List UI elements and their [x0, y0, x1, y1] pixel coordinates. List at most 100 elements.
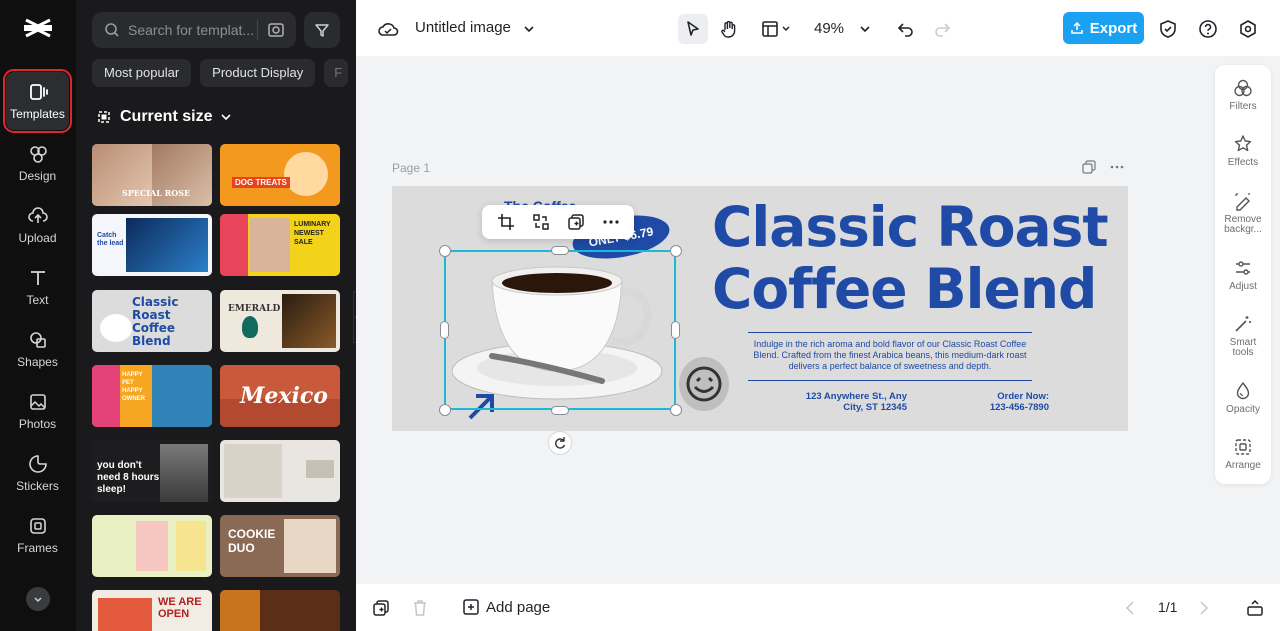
sidebar-item-label: Upload [18, 231, 57, 245]
sidebar-item-design[interactable]: Design [6, 134, 69, 192]
resize-handle-top-left[interactable] [439, 245, 451, 257]
export-button[interactable]: Export [1063, 12, 1144, 44]
description-text[interactable]: Indulge in the rich aroma and bold flavo… [748, 332, 1032, 381]
security-button[interactable] [1153, 14, 1183, 44]
chevron-down-icon [34, 597, 42, 603]
thumb-text: SPECIAL ROSE [122, 188, 191, 198]
settings-button[interactable] [1233, 14, 1263, 44]
zoom-menu-button[interactable] [850, 14, 880, 44]
template-thumb[interactable]: SPECIAL ROSE [92, 144, 212, 206]
sidebar-item-text[interactable]: Text [6, 258, 69, 316]
template-thumb[interactable] [92, 515, 212, 577]
template-search[interactable] [92, 12, 296, 48]
address-text[interactable]: 123 Anywhere St., Any City, ST 12345 [792, 391, 907, 413]
duplicate-icon[interactable] [567, 213, 585, 231]
template-thumb[interactable] [220, 440, 340, 502]
template-thumb[interactable]: Classic Roast Coffee Blend [92, 290, 212, 352]
cloud-save-button[interactable] [373, 14, 403, 44]
resize-handle-left[interactable] [440, 321, 449, 339]
canvas-area[interactable]: Page 1 The Coffee ONLY $6.79 Classic Roa… [356, 56, 1280, 584]
tool-remove-background[interactable]: Remove backgr... [1215, 191, 1271, 235]
template-thumb[interactable] [220, 590, 340, 631]
smiley-sticker[interactable] [679, 357, 729, 411]
template-thumb[interactable]: you don't need 8 hours sleep! [92, 440, 212, 502]
resize-handle-top-right[interactable] [670, 245, 682, 257]
prev-page-button[interactable] [1115, 593, 1145, 623]
stickers-icon [28, 455, 47, 473]
image-search-icon[interactable] [257, 20, 286, 40]
pages-panel-button[interactable] [1240, 593, 1270, 623]
help-button[interactable] [1193, 14, 1223, 44]
thumb-text: HAPPY PET HAPPY OWNER [122, 372, 145, 402]
redo-icon [935, 23, 951, 37]
sidebar-item-photos[interactable]: Photos [6, 382, 69, 440]
document-title[interactable]: Untitled image [415, 19, 511, 36]
more-icon[interactable] [1110, 160, 1124, 174]
sidebar-item-frames[interactable]: Frames [6, 506, 69, 564]
add-page-button[interactable]: Add page [462, 598, 550, 616]
template-thumb[interactable]: Mexico [220, 365, 340, 427]
pages-panel-icon [1247, 599, 1263, 616]
sidebar-item-templates[interactable]: Templates [3, 69, 72, 133]
template-thumb[interactable]: LUMINARY NEWEST SALE [220, 214, 340, 276]
crop-icon[interactable] [497, 213, 515, 231]
duplicate-page-icon[interactable] [1082, 160, 1096, 174]
headline-line-1: Classic Roast [712, 195, 1109, 259]
template-thumb[interactable]: DOG TREATS [220, 144, 340, 206]
rail-expand-button[interactable] [26, 587, 50, 611]
size-dropdown[interactable]: Current size [96, 108, 232, 126]
tool-opacity[interactable]: Opacity [1215, 381, 1271, 415]
resize-handle-top[interactable] [551, 246, 569, 255]
chip-product-display[interactable]: Product Display [200, 59, 316, 87]
chip-most-popular[interactable]: Most popular [92, 59, 192, 87]
frames-icon [29, 518, 46, 534]
duplicate-page-icon [373, 600, 389, 616]
sidebar-item-label: Stickers [16, 479, 59, 493]
layout-button[interactable] [754, 14, 798, 44]
undo-button[interactable] [891, 14, 921, 44]
template-thumb[interactable]: COOKIE DUO [220, 515, 340, 577]
search-icon [105, 23, 119, 37]
tool-label: Opacity [1226, 404, 1260, 415]
resize-handle-bottom[interactable] [551, 406, 569, 415]
template-thumb[interactable]: HAPPY PET HAPPY OWNER [92, 365, 212, 427]
sidebar-item-stickers[interactable]: Stickers [6, 444, 69, 502]
redo-button[interactable] [927, 14, 957, 44]
hand-tool-button[interactable] [714, 14, 744, 44]
chevron-down-icon [524, 26, 534, 33]
hand-icon [721, 20, 736, 38]
tool-smart-tools[interactable]: Smart tools [1215, 314, 1271, 358]
sidebar-item-upload[interactable]: Upload [6, 196, 69, 254]
template-thumb[interactable]: Catch the lead [92, 214, 212, 276]
next-page-button[interactable] [1189, 593, 1219, 623]
delete-page-button[interactable] [405, 593, 435, 623]
page-label: Page 1 [392, 161, 431, 175]
tool-effects[interactable]: Effects [1215, 134, 1271, 168]
resize-handle-bottom-right[interactable] [670, 404, 682, 416]
more-icon[interactable] [602, 213, 620, 231]
duplicate-page-button[interactable] [366, 593, 396, 623]
tool-adjust[interactable]: Adjust [1215, 258, 1271, 292]
tool-filters[interactable]: Filters [1215, 78, 1271, 112]
sidebar-item-shapes[interactable]: Shapes [6, 320, 69, 378]
selection-box[interactable] [444, 250, 676, 410]
templates-icon [29, 84, 48, 100]
filter-button[interactable] [304, 12, 340, 48]
chip-more[interactable]: F [324, 59, 349, 87]
capcut-logo-icon[interactable] [22, 14, 54, 42]
template-thumb[interactable]: WE ARE OPEN [92, 590, 212, 631]
order-text[interactable]: Order Now: 123-456-7890 [972, 391, 1049, 413]
search-input[interactable] [128, 22, 258, 38]
template-thumb[interactable]: EMERALD [220, 290, 340, 352]
resize-handle-bottom-left[interactable] [439, 404, 451, 416]
address-line-1: 123 Anywhere St., Any [805, 391, 907, 402]
headline[interactable]: Classic Roast Coffee Blend [712, 195, 1109, 320]
thumb-text: COOKIE DUO [228, 527, 276, 555]
rotate-handle[interactable] [548, 431, 572, 455]
zoom-level[interactable]: 49% [814, 20, 844, 37]
select-tool-button[interactable] [678, 14, 708, 44]
title-menu-button[interactable] [514, 14, 544, 44]
tool-arrange[interactable]: Arrange [1215, 437, 1271, 471]
resize-handle-right[interactable] [671, 321, 680, 339]
replace-icon[interactable] [532, 213, 550, 231]
